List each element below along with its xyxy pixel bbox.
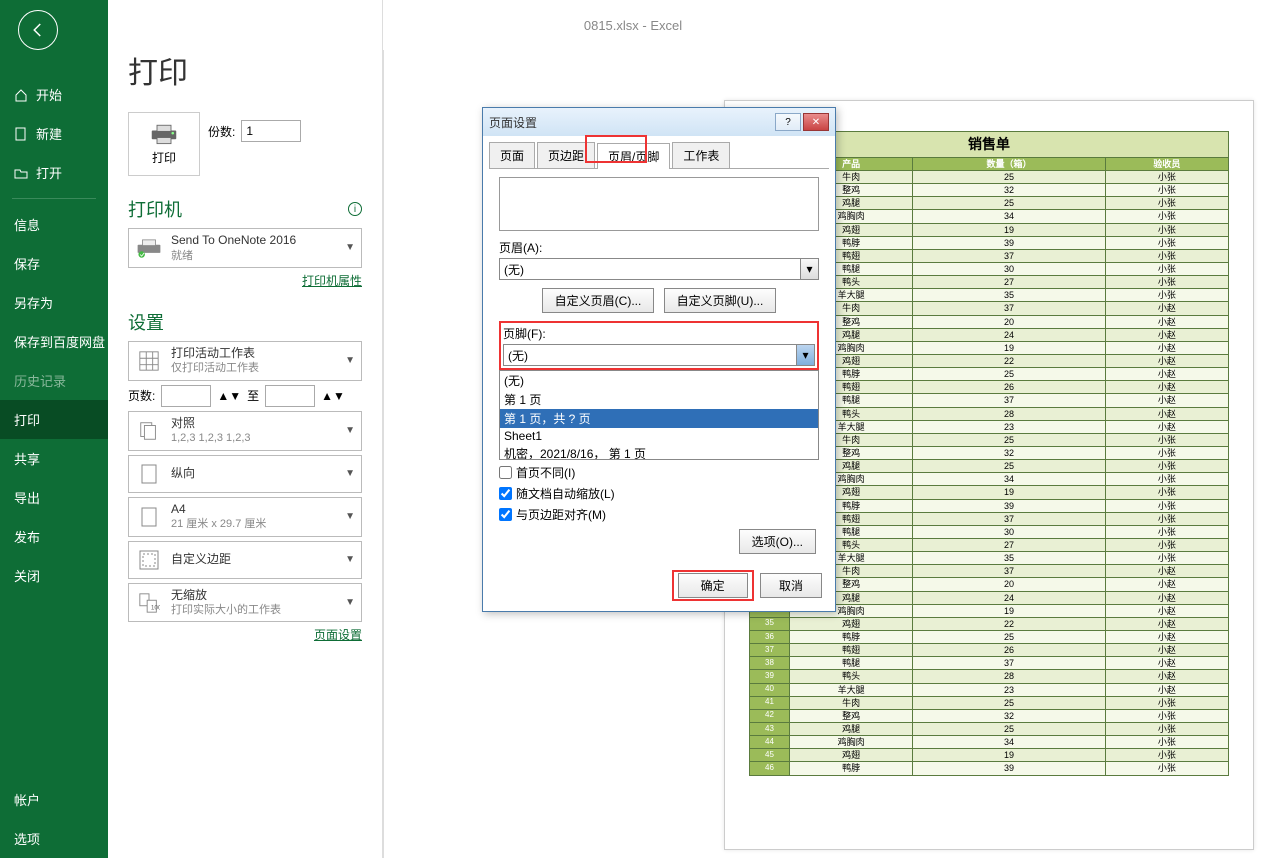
open-icon [14, 166, 28, 180]
table-row: 35鸡翅22小赵 [750, 617, 1229, 630]
orientation-combo[interactable]: 纵向 ▼ [128, 455, 362, 493]
backstage-sidebar: 开始新建打开 信息保存另存为保存到百度网盘历史记录打印共享导出发布关闭 帐户选项 [0, 0, 108, 858]
sidebar-item[interactable]: 导出 [0, 478, 108, 517]
tab-1[interactable]: 页边距 [537, 142, 595, 168]
paper-icon [135, 503, 163, 531]
custom-header-button[interactable]: 自定义页眉(C)... [542, 288, 655, 313]
sidebar-item[interactable]: 信息 [0, 205, 108, 244]
copies-input[interactable] [241, 120, 301, 142]
new-icon [14, 127, 28, 141]
ok-button[interactable]: 确定 [678, 573, 748, 598]
scale-combo[interactable]: 100 无缩放打印实际大小的工作表 ▼ [128, 583, 362, 623]
align-margins-checkbox[interactable] [499, 508, 512, 521]
table-row: 45鸡翅19小张 [750, 749, 1229, 762]
sidebar-item-new[interactable]: 新建 [0, 114, 108, 153]
printer-combo[interactable]: Send To OneNote 2016就绪 ▼ [128, 228, 362, 268]
footer-label: 页脚(F): [503, 325, 815, 342]
printer-icon [150, 123, 178, 145]
table-row: 37鸭翅26小赵 [750, 644, 1229, 657]
tab-0[interactable]: 页面 [489, 142, 535, 168]
chevron-down-icon: ▾ [800, 259, 818, 279]
printer-props-link[interactable]: 打印机属性 [302, 274, 362, 288]
chevron-down-icon: ▼ [345, 242, 355, 253]
back-button[interactable] [18, 10, 58, 50]
table-row: 44鸡胸肉34小张 [750, 736, 1229, 749]
print-what-combo[interactable]: 打印活动工作表仅打印活动工作表 ▼ [128, 341, 362, 381]
table-row: 42整鸡32小张 [750, 709, 1229, 722]
page-setup-dialog: 页面设置 ? ✕ 页面页边距页眉/页脚工作表 页眉(A): (无)▾ 自定义页眉… [482, 107, 836, 612]
diff-first-checkbox[interactable] [499, 466, 512, 479]
footer-option[interactable]: 第 1 页，共 ? 页 [500, 409, 818, 428]
pages-label: 页数: [128, 387, 155, 404]
table-row: 36鸭脖25小赵 [750, 630, 1229, 643]
sidebar-item[interactable]: 保存 [0, 244, 108, 283]
pages-to-input[interactable] [265, 385, 315, 407]
table-row: 46鸭脖39小张 [750, 762, 1229, 775]
sidebar-item[interactable]: 发布 [0, 517, 108, 556]
margins-icon [135, 546, 163, 574]
copies-label: 份数: [208, 123, 235, 140]
tab-3[interactable]: 工作表 [672, 142, 730, 168]
print-title: 打印 [128, 48, 362, 92]
table-row: 39鸭头28小赵 [750, 670, 1229, 683]
scale-with-doc-checkbox[interactable] [499, 487, 512, 500]
svg-text:100: 100 [151, 604, 160, 611]
table-row: 43鸡腿25小张 [750, 722, 1229, 735]
settings-heading: 设置 [128, 309, 164, 335]
sidebar-item[interactable]: 另存为 [0, 283, 108, 322]
sidebar-item[interactable]: 关闭 [0, 556, 108, 595]
sidebar-item[interactable]: 选项 [0, 819, 108, 858]
dialog-titlebar[interactable]: 页面设置 ? ✕ [483, 108, 835, 136]
table-row: 40羊大腿23小赵 [750, 683, 1229, 696]
sidebar-item[interactable]: 保存到百度网盘 [0, 322, 108, 361]
sidebar-item[interactable]: 帐户 [0, 780, 108, 819]
page-setup-link[interactable]: 页面设置 [314, 628, 362, 642]
table-row: 41牛肉25小张 [750, 696, 1229, 709]
print-panel: 打印 打印 份数: 打印机i Send To OneNote 2016就绪 ▼ … [108, 0, 383, 858]
sidebar-item[interactable]: 打印 [0, 400, 108, 439]
header-preview [499, 177, 819, 231]
options-button[interactable]: 选项(O)... [739, 529, 816, 554]
margins-combo[interactable]: 自定义边距 ▼ [128, 541, 362, 579]
header-select[interactable]: (无)▾ [499, 258, 819, 280]
footer-select[interactable]: (无)▾ [503, 344, 815, 366]
chevron-down-icon: ▾ [796, 345, 814, 365]
footer-option[interactable]: 机密，2021/8/16， 第 1 页 [500, 444, 818, 460]
sidebar-item[interactable]: 历史记录 [0, 361, 108, 400]
sheets-icon [135, 347, 163, 375]
print-button[interactable]: 打印 [128, 112, 200, 176]
collate-combo[interactable]: 对照1,2,3 1,2,3 1,2,3 ▼ [128, 411, 362, 451]
info-icon[interactable]: i [348, 202, 362, 216]
footer-option[interactable]: 第 1 页 [500, 390, 818, 409]
footer-options-list[interactable]: (无)第 1 页第 1 页，共 ? 页Sheet1 机密，2021/8/16， … [499, 370, 819, 460]
sidebar-item-open[interactable]: 打开 [0, 153, 108, 192]
sidebar-item[interactable]: 共享 [0, 439, 108, 478]
footer-option[interactable]: (无) [500, 371, 818, 390]
help-button[interactable]: ? [775, 113, 801, 131]
printer-heading: 打印机 [128, 196, 182, 222]
table-row: 38鸭腿37小赵 [750, 657, 1229, 670]
pages-from-input[interactable] [161, 385, 211, 407]
home-icon [14, 88, 28, 102]
collate-icon [135, 417, 163, 445]
cancel-button[interactable]: 取消 [760, 573, 822, 598]
footer-option[interactable]: Sheet1 [500, 428, 818, 444]
sidebar-item-home[interactable]: 开始 [0, 75, 108, 114]
close-button[interactable]: ✕ [803, 113, 829, 131]
paper-combo[interactable]: A421 厘米 x 29.7 厘米 ▼ [128, 497, 362, 537]
printer-icon [135, 234, 163, 262]
custom-footer-button[interactable]: 自定义页脚(U)... [664, 288, 777, 313]
portrait-icon [135, 460, 163, 488]
header-label: 页眉(A): [499, 239, 819, 256]
tab-2[interactable]: 页眉/页脚 [597, 143, 670, 169]
scale-icon: 100 [135, 589, 163, 617]
